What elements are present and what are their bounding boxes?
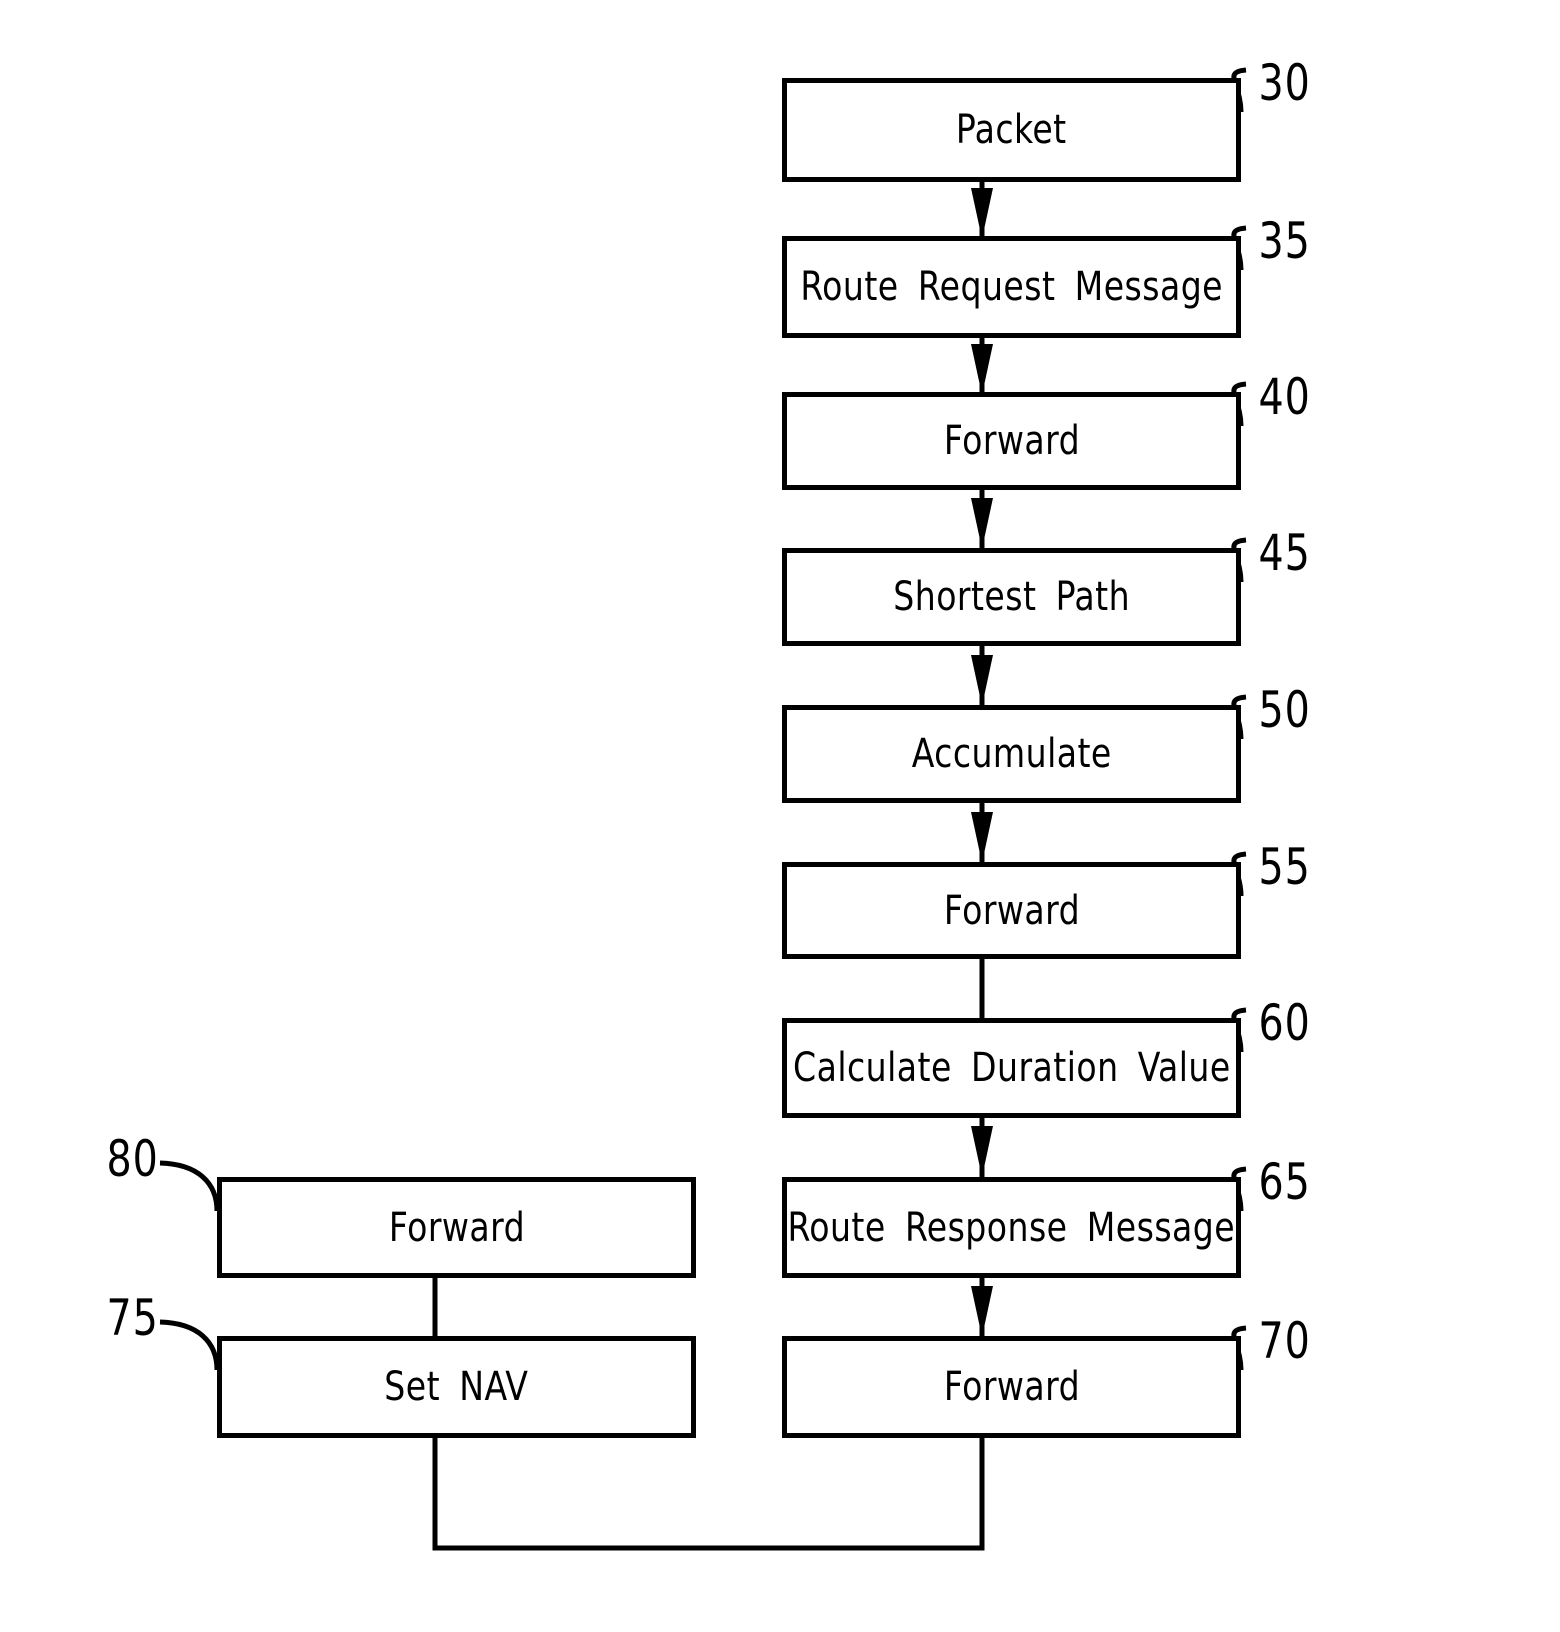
connector-n65-n70: [971, 1278, 993, 1336]
node-forward-40[interactable]: Forward: [782, 392, 1241, 490]
connector-n45-n50: [971, 646, 993, 705]
node-label-packet: Packet: [956, 107, 1067, 153]
node-label-forward-70: Forward: [943, 1364, 1080, 1410]
leader-line-80: [159, 1160, 220, 1212]
node-label-route-response-message: Route Response Message: [787, 1204, 1236, 1251]
node-forward-55[interactable]: Forward: [782, 862, 1241, 959]
ref-number-60: 60: [1258, 994, 1311, 1052]
node-accumulate[interactable]: Accumulate: [782, 705, 1241, 803]
ref-number-35: 35: [1258, 212, 1311, 270]
ref-number-70: 70: [1258, 1312, 1311, 1370]
node-label-forward-40: Forward: [943, 418, 1080, 464]
node-route-response-message[interactable]: Route Response Message: [782, 1177, 1241, 1278]
ref-number-50: 50: [1258, 681, 1311, 739]
ref-number-65: 65: [1258, 1153, 1311, 1211]
connector-n60-n65: [971, 1118, 993, 1177]
ref-number-40: 40: [1258, 368, 1311, 426]
node-shortest-path[interactable]: Shortest Path: [782, 548, 1241, 646]
patent-figure: Packet Route Request Message Forward Sho…: [0, 0, 1560, 1632]
node-label-route-request-message: Route Request Message: [800, 264, 1223, 310]
node-packet[interactable]: Packet: [782, 78, 1241, 182]
connector-n50-n55: [971, 803, 993, 862]
ref-number-55: 55: [1258, 838, 1311, 896]
node-set-nav[interactable]: Set NAV: [217, 1336, 696, 1438]
node-label-shortest-path: Shortest Path: [893, 574, 1130, 620]
ref-number-75: 75: [106, 1289, 159, 1347]
node-label-forward-55: Forward: [943, 887, 1080, 934]
ref-number-45: 45: [1258, 524, 1311, 582]
node-calculate-duration-value[interactable]: Calculate Duration Value: [782, 1018, 1241, 1118]
connector-n40-n45: [971, 490, 993, 548]
leader-line-75: [159, 1319, 220, 1371]
node-label-accumulate: Accumulate: [911, 731, 1112, 777]
node-route-request-message[interactable]: Route Request Message: [782, 236, 1241, 338]
ref-number-80: 80: [106, 1130, 159, 1188]
node-forward-80[interactable]: Forward: [217, 1177, 696, 1278]
node-label-calculate-duration-value: Calculate Duration Value: [792, 1045, 1231, 1091]
node-label-forward-80: Forward: [388, 1204, 525, 1251]
node-label-set-nav: Set NAV: [384, 1364, 529, 1410]
connector-n30-n35: [971, 182, 993, 236]
connector-n35-n40: [971, 338, 993, 392]
node-forward-70[interactable]: Forward: [782, 1336, 1241, 1438]
ref-number-30: 30: [1258, 54, 1311, 112]
